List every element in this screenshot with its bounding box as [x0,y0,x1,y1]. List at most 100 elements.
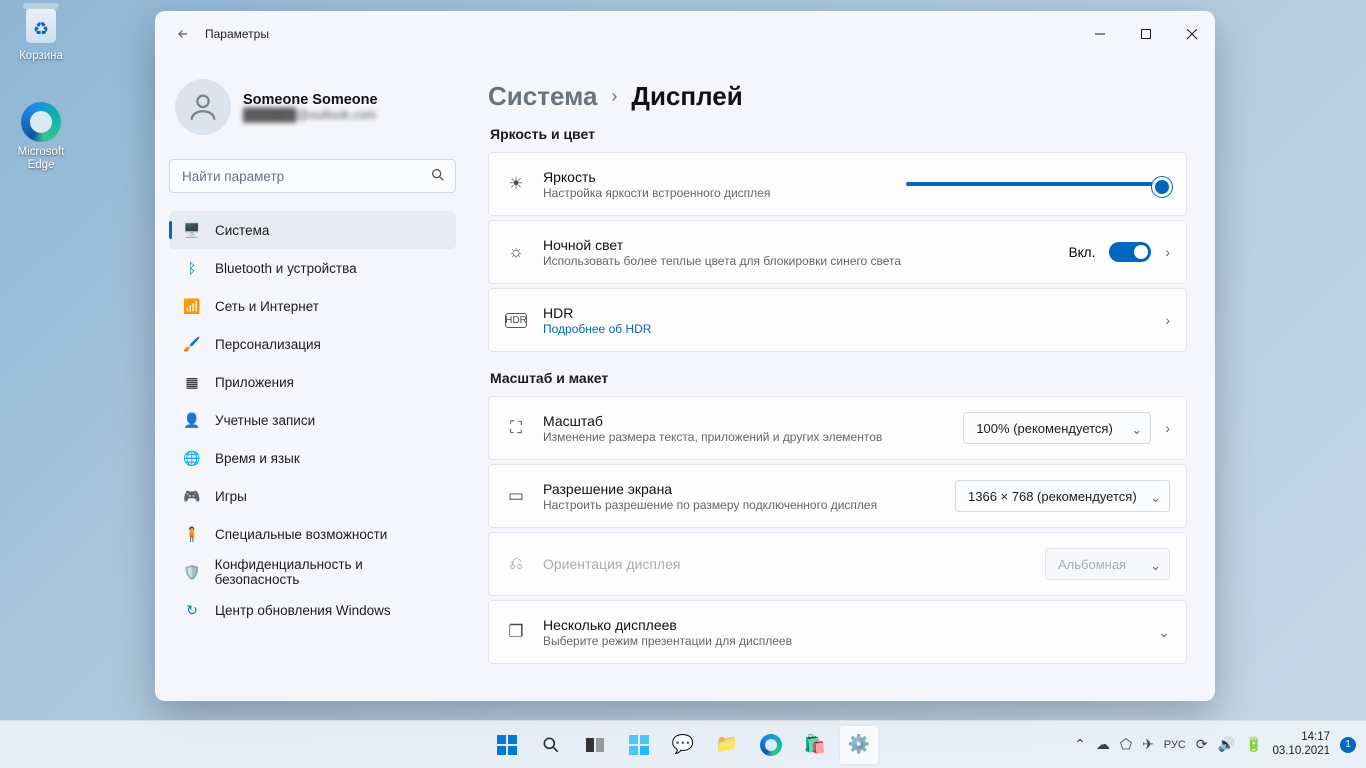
clock-date: 03.10.2021 [1272,745,1330,758]
accounts-icon: 👤 [183,412,201,429]
breadcrumb-current: Дисплей [631,81,742,112]
card-title: HDR [543,305,1149,321]
nav-label: Учетные записи [215,413,315,428]
card-resolution[interactable]: ▭ Разрешение экрана Настроить разрешение… [488,464,1187,528]
card-night-light[interactable]: ☼ Ночной свет Использовать более теплые … [488,220,1187,284]
breadcrumb: Система › Дисплей [488,81,1187,112]
nav-item-system[interactable]: 🖥️Система [169,211,456,249]
shape-icon[interactable]: ⬠ [1120,736,1132,753]
taskbar-settings[interactable]: ⚙️ [839,725,879,765]
taskbar-explorer[interactable]: 📁 [707,725,747,765]
resolution-select[interactable]: 1366 × 768 (рекомендуется)⌄ [955,480,1170,512]
card-title: Несколько дисплеев [543,617,1142,633]
nav-item-personalization[interactable]: 🖌️Персонализация [169,325,456,363]
desktop-icon-recycle-bin[interactable]: ♻ Корзина [3,4,79,63]
system-tray[interactable]: ⌃ ☁ ⬠ ✈ РУС ⟳ 🔊 🔋 [1074,736,1262,753]
hdr-link[interactable]: Подробнее об HDR [543,322,1149,336]
desktop-icon-edge[interactable]: Microsoft Edge [3,100,79,171]
breadcrumb-parent[interactable]: Система [488,81,597,112]
minimize-button[interactable] [1077,18,1123,50]
card-desc: Использовать более теплые цвета для блок… [543,254,1053,268]
onedrive-icon[interactable]: ☁ [1096,736,1110,753]
maximize-icon [1141,29,1151,39]
battery-icon[interactable]: 🔋 [1245,736,1262,753]
telegram-icon[interactable]: ✈ [1142,736,1154,753]
chevron-down-icon: ⌄ [1131,422,1142,438]
card-desc: Изменение размера текста, приложений и д… [543,430,947,444]
nav-item-windows-update[interactable]: ↻Центр обновления Windows [169,591,456,629]
search-input[interactable] [169,159,456,193]
nav-item-bluetooth[interactable]: ᛒBluetooth и устройства [169,249,456,287]
chevron-down-icon: ⌄ [1158,624,1170,641]
accessibility-icon: 🧍 [183,526,201,543]
close-icon [1187,29,1197,39]
personalization-icon: 🖌️ [183,336,201,353]
avatar [175,79,231,135]
scale-select[interactable]: 100% (рекомендуется)⌄ [963,412,1151,444]
taskbar-widgets[interactable] [619,725,659,765]
nav-item-time-language[interactable]: 🌐Время и язык [169,439,456,477]
card-title: Разрешение экрана [543,481,939,497]
user-profile[interactable]: Someone Someone ██████@outlook.com [169,61,456,149]
profile-name: Someone Someone [243,92,378,108]
nav-item-accounts[interactable]: 👤 Учетные записи [169,401,456,439]
resolution-icon: ▭ [505,486,527,506]
taskbar-search[interactable] [531,725,571,765]
nav-item-apps[interactable]: ▦Приложения [169,363,456,401]
settings-window: Параметры Someone Someone ██████@outlook… [155,11,1215,701]
card-multiple-displays[interactable]: ❐ Несколько дисплеев Выберите режим през… [488,600,1187,664]
nav-item-privacy[interactable]: 🛡️Конфиденциальность и безопасность [169,553,456,591]
search-box [169,159,456,193]
nav-item-network[interactable]: 📶Сеть и Интернет [169,287,456,325]
card-title: Яркость [543,169,890,185]
taskbar: 💬 📁 .tb-item .edge-shape::after{width:12… [0,720,1366,768]
start-button[interactable] [487,725,527,765]
multiple-displays-icon: ❐ [505,622,527,642]
close-button[interactable] [1169,18,1215,50]
section-title-scale: Масштаб и макет [490,370,1187,386]
card-desc: Выберите режим презентации для дисплеев [543,634,1142,648]
taskbar-task-view[interactable] [575,725,615,765]
taskbar-chat[interactable]: 💬 [663,725,703,765]
orientation-icon: ⎌ [505,554,527,574]
card-brightness[interactable]: ☀ Яркость Настройка яркости встроенного … [488,152,1187,216]
card-title: Масштаб [543,413,947,429]
card-orientation: ⎌ Ориентация дисплея Альбомная⌄ [488,532,1187,596]
chevron-down-icon: ⌄ [1150,558,1161,574]
bluetooth-icon: ᛒ [183,260,201,276]
brightness-slider[interactable] [906,182,1170,186]
nav-label: Приложения [215,375,294,390]
nav-item-gaming[interactable]: 🎮 Игры [169,477,456,515]
section-title-brightness: Яркость и цвет [490,126,1187,142]
volume-icon[interactable]: 🔊 [1218,736,1235,753]
language-indicator[interactable]: РУС [1164,739,1186,751]
nav-label: Специальные возможности [215,527,387,542]
nav-item-accessibility[interactable]: 🧍 Специальные возможности [169,515,456,553]
minimize-icon [1095,29,1105,39]
update-icon: ↻ [183,602,201,619]
search-icon [430,167,446,183]
brightness-icon: ☀ [505,174,527,194]
card-scale[interactable]: ⛶ Масштаб Изменение размера текста, прил… [488,396,1187,460]
orientation-select: Альбомная⌄ [1045,548,1170,580]
taskbar-clock[interactable]: 14:17 03.10.2021 [1272,731,1330,757]
desktop-icon-label: Microsoft Edge [3,146,79,171]
taskbar-edge[interactable]: .tb-item .edge-shape::after{width:12px;h… [751,725,791,765]
nav-label: Конфиденциальность и безопасность [215,557,446,587]
sidebar: Someone Someone ██████@outlook.com 🖥️Сис… [155,57,470,701]
system-icon: 🖥️ [183,222,201,239]
chevron-right-icon: › [1165,420,1170,436]
notifications-badge[interactable]: 1 [1340,737,1356,753]
wifi-icon[interactable]: ⟳ [1196,736,1208,753]
profile-email: ██████@outlook.com [243,108,378,122]
maximize-button[interactable] [1123,18,1169,50]
back-button[interactable] [169,20,197,48]
tray-overflow-icon[interactable]: ⌃ [1074,736,1086,753]
nav-label: Игры [215,489,247,504]
taskbar-store[interactable]: 🛍️ [795,725,835,765]
chevron-right-icon: › [1165,312,1170,328]
card-hdr[interactable]: HDR HDR Подробнее об HDR › [488,288,1187,352]
gaming-icon: 🎮 [183,488,201,505]
night-light-toggle[interactable] [1109,242,1151,262]
titlebar: Параметры [155,11,1215,57]
